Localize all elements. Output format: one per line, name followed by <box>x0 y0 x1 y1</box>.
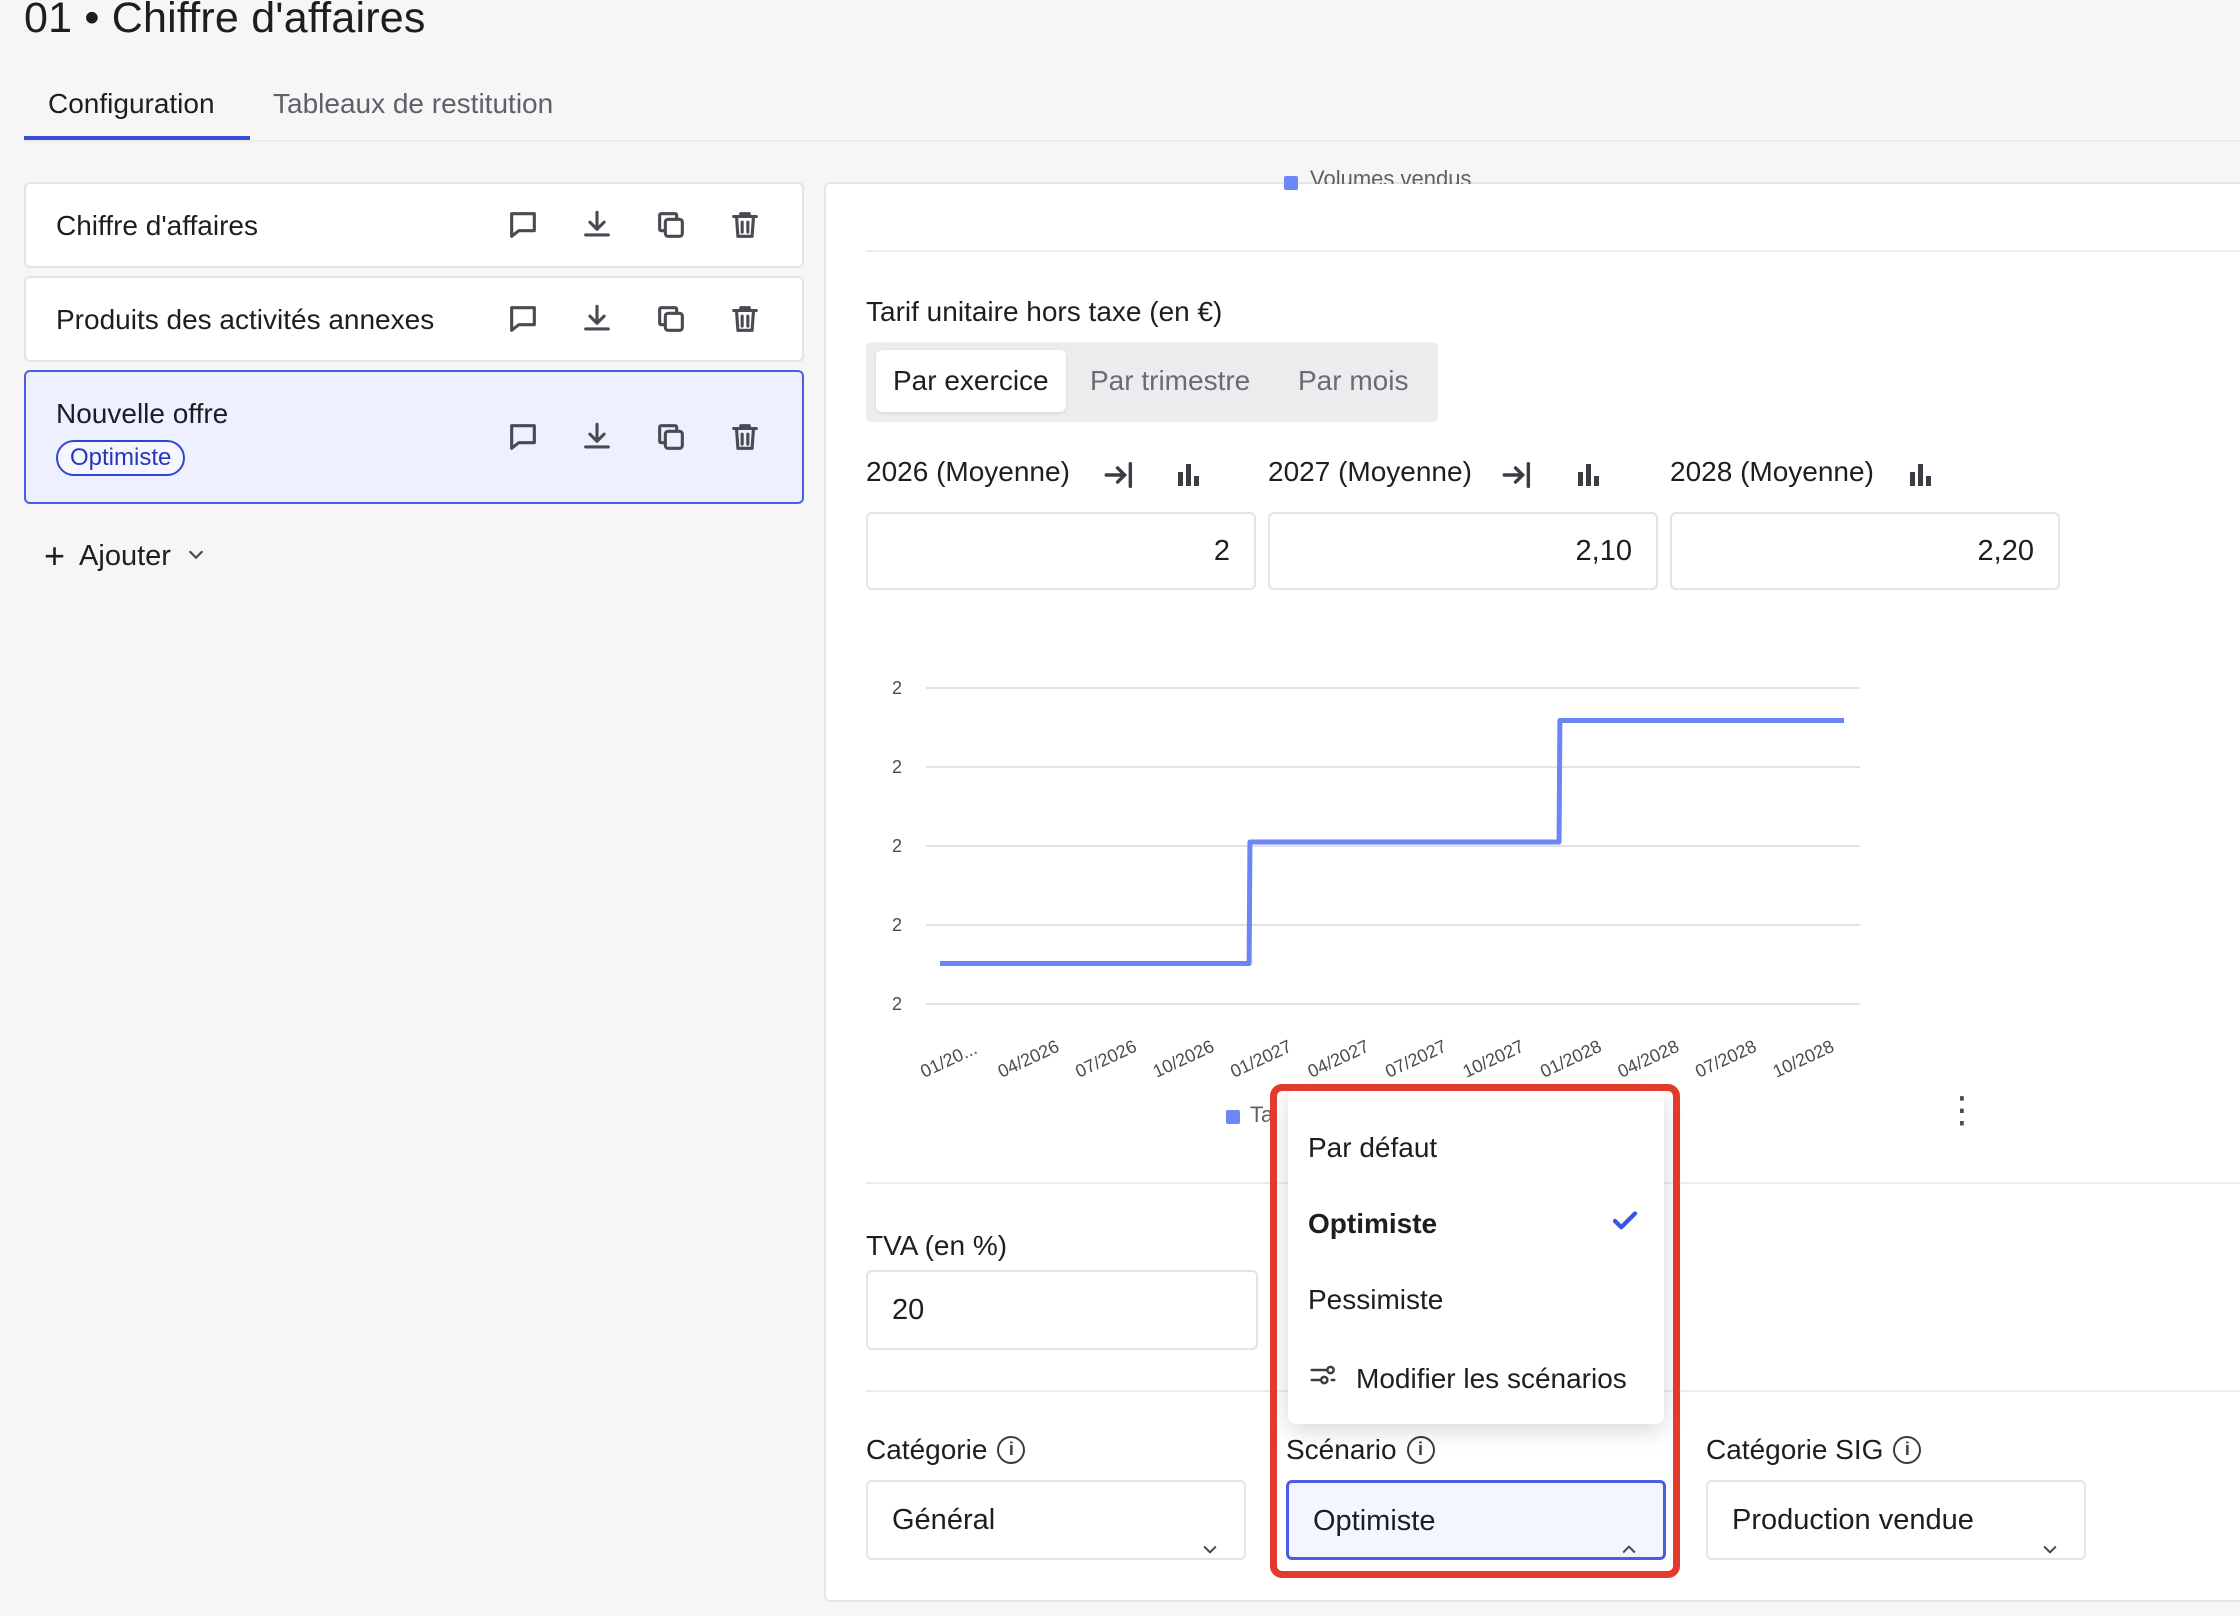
duplicate-icon[interactable] <box>650 298 692 340</box>
section-divider <box>866 250 2240 252</box>
chart-bars-icon[interactable] <box>1178 462 1204 486</box>
categorie-value: Général <box>892 1504 996 1536</box>
download-icon[interactable] <box>576 204 618 246</box>
x-tick-label: 01/2027 <box>1227 1036 1294 1082</box>
sidebar-item-label: Nouvelle offre <box>56 398 229 429</box>
period-par-mois[interactable]: Par mois <box>1298 350 1408 412</box>
sidebar-item-nouvelle-offre[interactable]: Nouvelle offre Optimiste <box>24 370 804 504</box>
annotation-highlight-box <box>1270 1084 1680 1578</box>
tab-configuration[interactable]: Configuration <box>48 88 215 120</box>
download-icon[interactable] <box>576 298 618 340</box>
active-tab-indicator <box>24 136 250 140</box>
year-input-2028[interactable]: 2,20 <box>1670 512 2060 590</box>
legend-swatch <box>1284 176 1298 190</box>
categorie-field-label: Catégorie i <box>866 1434 1026 1466</box>
tarif-label: Tarif unitaire hors taxe (en €) <box>866 296 1223 327</box>
x-tick-label: 10/2027 <box>1460 1036 1527 1082</box>
page-title: 01 • Chiffre d'affaires <box>24 0 426 42</box>
year-label-2027: 2027 (Moyenne) <box>1268 456 1472 487</box>
year-label-2026: 2026 (Moyenne) <box>866 456 1070 487</box>
chart-menu-icon[interactable]: ⋮ <box>1944 1092 1980 1128</box>
y-tick-label: 2 <box>892 915 902 935</box>
add-label: Ajouter <box>79 539 171 572</box>
series-line <box>940 717 1844 967</box>
info-icon[interactable]: i <box>1893 1436 1922 1464</box>
tva-label: TVA (en %) <box>866 1230 1008 1261</box>
period-par-exercice[interactable]: Par exercice <box>876 350 1066 412</box>
x-tick-label: 01/20... <box>917 1038 980 1082</box>
categorie-select[interactable]: Général <box>866 1480 1246 1560</box>
comment-icon[interactable] <box>502 204 544 246</box>
trash-icon[interactable] <box>724 204 766 246</box>
period-par-trimestre[interactable]: Par trimestre <box>1090 350 1250 412</box>
tab-tableaux-de-restitution[interactable]: Tableaux de restitution <box>273 88 553 120</box>
year-input-2026[interactable]: 2 <box>866 512 1256 590</box>
year-input-2027[interactable]: 2,10 <box>1268 512 1658 590</box>
apply-forward-icon[interactable] <box>1500 458 1534 492</box>
y-tick-label: 2 <box>892 757 902 777</box>
top-legend-label: Volumes vendus <box>1310 166 1472 184</box>
download-icon[interactable] <box>576 416 618 458</box>
duplicate-icon[interactable] <box>650 204 692 246</box>
sidebar-item-produits-annexes[interactable]: Produits des activités annexes <box>24 276 804 362</box>
x-tick-label: 01/2028 <box>1537 1036 1604 1082</box>
chevron-down-icon <box>2040 1512 2060 1554</box>
tva-input[interactable]: 20 <box>866 1270 1258 1350</box>
x-tick-label: 04/2027 <box>1305 1036 1372 1082</box>
apply-forward-icon[interactable] <box>1102 458 1136 492</box>
x-tick-label: 10/2026 <box>1150 1036 1217 1082</box>
scenario-badge: Optimiste <box>56 440 186 476</box>
categorie-sig-label: Catégorie SIG <box>1706 1434 1884 1465</box>
chart-bars-icon[interactable] <box>1578 462 1604 486</box>
add-button[interactable]: + Ajouter <box>44 538 207 574</box>
chart-bars-icon[interactable] <box>1910 462 1936 486</box>
x-tick-label: 07/2026 <box>1072 1036 1139 1082</box>
duplicate-icon[interactable] <box>650 416 692 458</box>
categorie-sig-value: Production vendue <box>1732 1504 1974 1536</box>
tarif-line-chart: 2222201/20... 04/2026 07/2026 10/2026 01/202… <box>892 678 1860 1082</box>
comment-icon[interactable] <box>502 298 544 340</box>
period-segmented-control: Par exercice Par trimestre Par mois <box>866 342 1438 422</box>
x-tick-label: 07/2027 <box>1382 1036 1449 1082</box>
categorie-label: Catégorie <box>866 1434 988 1465</box>
categorie-sig-field-label: Catégorie SIG i <box>1706 1434 1922 1466</box>
x-tick-label: 07/2028 <box>1692 1036 1759 1082</box>
x-tick-label: 04/2026 <box>995 1036 1062 1082</box>
comment-icon[interactable] <box>502 416 544 458</box>
year-label-2028: 2028 (Moyenne) <box>1670 456 1874 487</box>
y-tick-label: 2 <box>892 678 902 698</box>
x-tick-label: 04/2028 <box>1615 1036 1682 1082</box>
y-tick-label: 2 <box>892 994 902 1014</box>
x-tick-label: 10/2028 <box>1770 1036 1837 1082</box>
sidebar-item-label: Produits des activités annexes <box>56 304 435 335</box>
sidebar-item-chiffre-affaires[interactable]: Chiffre d'affaires <box>24 182 804 268</box>
chevron-down-icon <box>1200 1512 1220 1554</box>
tab-bar: Configuration Tableaux de restitution <box>24 84 2240 142</box>
trash-icon[interactable] <box>724 298 766 340</box>
categorie-sig-select[interactable]: Production vendue <box>1706 1480 2086 1560</box>
sidebar-item-label: Chiffre d'affaires <box>56 210 258 241</box>
trash-icon[interactable] <box>724 416 766 458</box>
legend-swatch <box>1226 1110 1240 1124</box>
chevron-down-icon <box>185 540 207 573</box>
y-tick-label: 2 <box>892 836 902 856</box>
plus-icon: + <box>44 535 66 576</box>
info-icon[interactable]: i <box>997 1436 1026 1464</box>
